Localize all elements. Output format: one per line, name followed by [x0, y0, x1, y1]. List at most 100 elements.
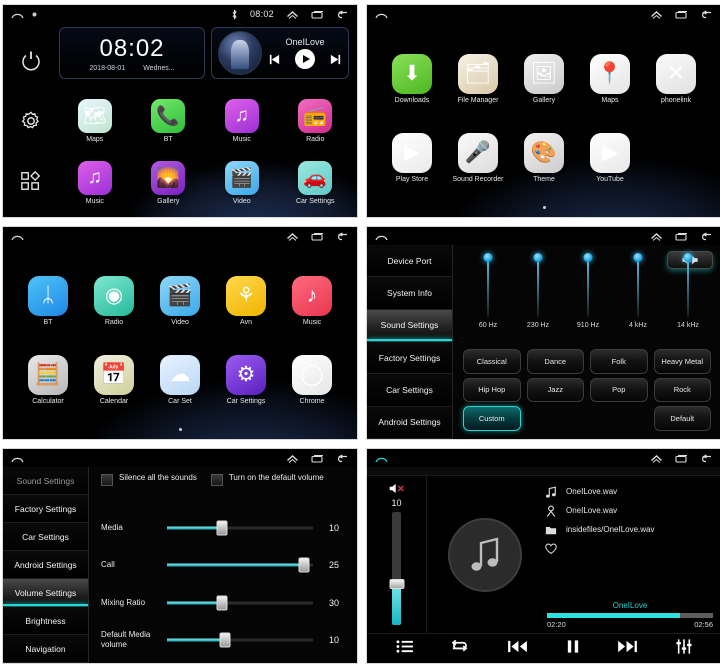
sidebar-item-factory-settings[interactable]: Factory Settings	[367, 341, 452, 375]
recents-icon[interactable]	[675, 232, 688, 241]
eq-band[interactable]: 910 Hz	[565, 251, 611, 329]
volume-slider[interactable]	[167, 557, 313, 573]
apps-icon[interactable]	[20, 170, 42, 192]
preset-custom[interactable]: Custom	[463, 406, 521, 431]
sidebar-item-car-settings[interactable]: Car Settings	[3, 523, 88, 551]
app-radio[interactable]: 📻 Radio	[280, 91, 352, 151]
sidebar-item-sound-settings[interactable]: Sound Settings	[367, 309, 452, 342]
recents-icon[interactable]	[675, 454, 688, 463]
app-gallery[interactable]: 🖼 Gallery	[513, 41, 575, 116]
eq-band[interactable]: 14 kHz	[665, 251, 711, 329]
app-chrome[interactable]: ◯ Chrome	[281, 342, 343, 417]
app-bt[interactable]: 📞 BT	[133, 91, 205, 151]
recents-icon[interactable]	[675, 10, 688, 19]
player-meta-row[interactable]: OneILove.wav	[545, 501, 713, 520]
app-maps[interactable]: 📍 Maps	[579, 41, 641, 116]
recents-icon[interactable]	[311, 454, 324, 463]
app-avn[interactable]: ⚘ Avn	[215, 263, 277, 338]
app-calculator[interactable]: 🧮 Calculator	[17, 342, 79, 417]
home-icon[interactable]	[11, 232, 24, 241]
sidebar-item-volume-settings[interactable]: Volume Settings	[3, 579, 88, 607]
app-music[interactable]: ♫ Music	[206, 91, 278, 151]
heart-icon[interactable]	[545, 543, 557, 555]
eq-thumb[interactable]	[483, 253, 493, 262]
repeat-icon[interactable]	[450, 639, 469, 659]
play-icon[interactable]	[295, 49, 315, 69]
player-volume-slider[interactable]	[389, 512, 404, 625]
app-gallery[interactable]: 🌄 Gallery	[133, 153, 205, 213]
eq-track[interactable]	[533, 253, 543, 317]
preset-rock[interactable]: Rock	[653, 377, 711, 403]
preset-classical[interactable]: Classical	[463, 349, 521, 374]
app-car-set[interactable]: ☁ Car Set	[149, 342, 211, 417]
eq-thumb[interactable]	[683, 253, 693, 262]
app-play-store[interactable]: ▶ Play Store	[381, 120, 443, 195]
slider-thumb[interactable]	[298, 557, 310, 573]
sidebar-item-factory-settings[interactable]: Factory Settings	[3, 495, 88, 523]
preset-dance[interactable]: Dance	[526, 349, 584, 374]
slider-thumb[interactable]	[219, 632, 231, 648]
sidebar-item-navigation[interactable]: Navigation	[3, 635, 88, 663]
home-icon[interactable]	[375, 10, 388, 19]
chevron-up-icon[interactable]	[286, 232, 299, 241]
app-video[interactable]: 🎬 Video	[206, 153, 278, 213]
eq-thumb[interactable]	[533, 253, 543, 262]
clock-widget[interactable]: 08:02 2018-08-01 Wednes...	[59, 27, 205, 79]
eq-band[interactable]: 4 kHz	[615, 251, 661, 329]
slider-thumb[interactable]	[216, 595, 228, 611]
eq-track[interactable]	[683, 253, 693, 317]
volume-slider[interactable]	[167, 520, 313, 536]
app-car-settings[interactable]: ⚙ Car Settings	[215, 342, 277, 417]
chevron-up-icon[interactable]	[286, 454, 299, 463]
back-icon[interactable]	[336, 231, 349, 241]
preset-heavy-metal[interactable]: Heavy Metal	[653, 349, 711, 374]
preset-hip-hop[interactable]: Hip Hop	[463, 377, 521, 403]
power-icon[interactable]	[20, 50, 42, 72]
app-calendar[interactable]: 📅 Calendar	[83, 342, 145, 417]
preset-folk[interactable]: Folk	[590, 349, 648, 374]
sidebar-item-brightness[interactable]: Brightness	[3, 607, 88, 635]
back-icon[interactable]	[700, 453, 713, 463]
recents-icon[interactable]	[311, 10, 324, 19]
app-radio[interactable]: ◉ Radio	[83, 263, 145, 338]
home-icon[interactable]	[375, 454, 388, 463]
chevron-up-icon[interactable]	[650, 454, 663, 463]
home-icon[interactable]	[375, 232, 388, 241]
app-music[interactable]: ♫ Music	[59, 153, 131, 213]
app-downloads[interactable]: ⬇ Downloads	[381, 41, 443, 116]
next-icon[interactable]	[329, 53, 342, 66]
eq-track[interactable]	[583, 253, 593, 317]
checkbox-box[interactable]	[101, 474, 113, 486]
back-icon[interactable]	[700, 9, 713, 19]
back-icon[interactable]	[336, 453, 349, 463]
volume-slider[interactable]	[167, 632, 313, 648]
eq-track[interactable]	[483, 253, 493, 317]
chevron-up-icon[interactable]	[650, 232, 663, 241]
eq-band[interactable]: 60 Hz	[465, 251, 511, 329]
gear-icon[interactable]	[20, 110, 42, 132]
back-icon[interactable]	[336, 9, 349, 19]
app-car-settings[interactable]: 🚗 Car Settings	[280, 153, 352, 213]
checkbox-box[interactable]	[210, 474, 223, 486]
sidebar-item-car-settings[interactable]: Car Settings	[367, 374, 452, 407]
preset-pop[interactable]: Pop	[590, 377, 648, 403]
progress-bar[interactable]	[547, 613, 713, 618]
eq-thumb[interactable]	[583, 253, 593, 262]
app-file-manager[interactable]: 🗂 File Manager	[447, 41, 509, 116]
home-icon[interactable]	[11, 10, 24, 19]
chevron-up-icon[interactable]	[286, 10, 299, 19]
checkbox-silence-all-the-sounds[interactable]: Silence all the sounds	[101, 473, 197, 486]
equalizer-icon[interactable]	[676, 638, 692, 659]
app-youtube[interactable]: ▶ YouTube	[579, 120, 641, 195]
app-music[interactable]: ♪ Music	[281, 263, 343, 338]
app-theme[interactable]: 🎨 Theme	[513, 120, 575, 195]
sidebar-item-system-info[interactable]: System Info	[367, 277, 452, 310]
app-video[interactable]: 🎬 Video	[149, 263, 211, 338]
previous-icon[interactable]	[268, 53, 281, 66]
sidebar-item-android-settings[interactable]: Android Settings	[3, 551, 88, 579]
sidebar-item-android-settings[interactable]: Android Settings	[367, 406, 452, 439]
home-icon[interactable]	[11, 454, 24, 463]
preset-default[interactable]: Default	[653, 406, 711, 431]
checkbox-turn-on-the-default-volume[interactable]: Turn on the default volume	[210, 473, 324, 486]
sidebar-item-sound-settings[interactable]: Sound Settings	[3, 467, 88, 495]
